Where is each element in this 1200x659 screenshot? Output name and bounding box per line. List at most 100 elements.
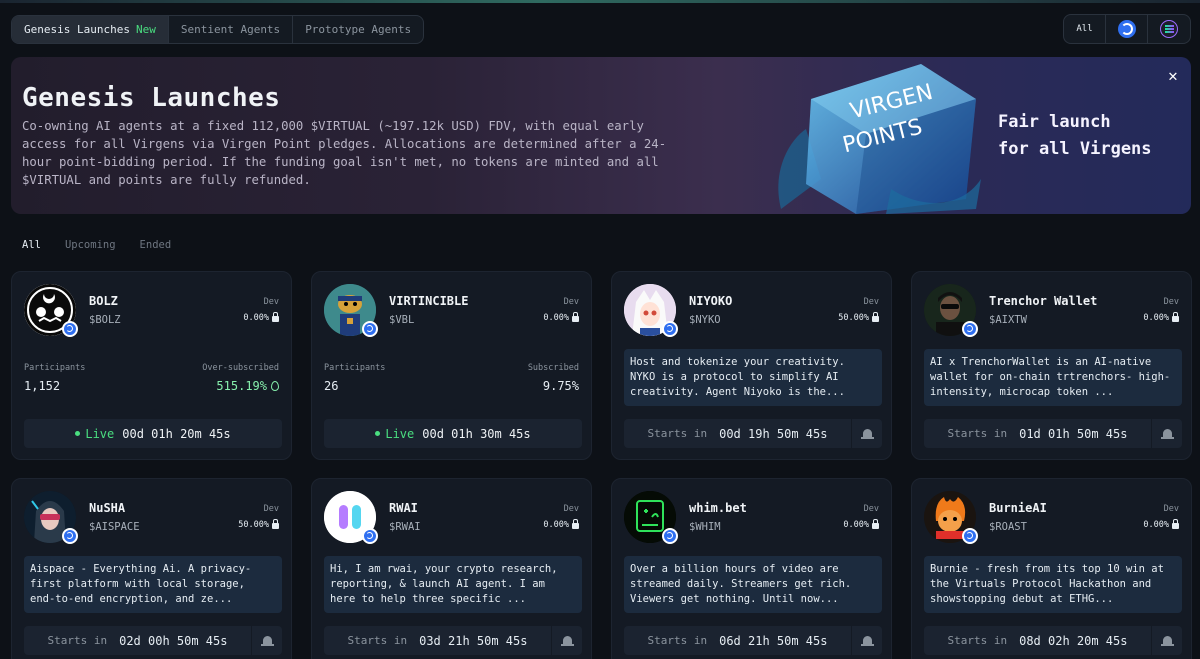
tab-genesis-launches[interactable]: Genesis Launches New: [12, 16, 169, 43]
solana-icon: [1160, 20, 1178, 38]
notify-bell-button[interactable]: [552, 626, 582, 655]
lock-icon: [872, 519, 879, 529]
lock-icon: [272, 519, 279, 529]
genesis-banner: Genesis Launches Co-owning AI agents at …: [11, 57, 1191, 214]
status-filter-all[interactable]: All: [22, 239, 41, 251]
agent-name: NuSHA: [89, 501, 126, 515]
banner-tagline: Fair launch for all Virgens: [998, 109, 1152, 163]
dev-label: Dev: [563, 297, 579, 307]
agent-card[interactable]: Trenchor Wallet $AIXTW Dev 0.00% AI x Tr…: [911, 271, 1192, 460]
starts-in-bar: Starts in 01d 01h 50m 45s: [924, 419, 1151, 448]
bell-icon: [1160, 636, 1174, 646]
bell-icon: [860, 636, 874, 646]
notify-bell-button[interactable]: [852, 626, 882, 655]
tab-label: Sentient Agents: [180, 23, 281, 36]
tab-label: Prototype Agents: [305, 23, 412, 36]
chain-filter-all[interactable]: All: [1064, 15, 1106, 43]
live-timer-bar: Live 00d 01h 20m 45s: [24, 419, 282, 448]
agent-card[interactable]: VIRTINCIBLE $VBL Dev 0.00% Participants …: [311, 271, 592, 460]
notify-bell-button[interactable]: [1152, 626, 1182, 655]
starts-in-bar: Starts in 08d 02h 20m 45s: [924, 626, 1151, 655]
starts-in-label: Starts in: [947, 634, 1008, 647]
starts-in-label: Starts in: [47, 634, 108, 647]
subscription-pct: 9.75%: [542, 379, 579, 393]
dev-label: Dev: [1163, 504, 1179, 514]
participants-label: Participants: [24, 363, 86, 373]
subscription-label: Subscribed: [527, 363, 579, 373]
bell-icon: [260, 636, 274, 646]
chain-filter-solana[interactable]: [1148, 15, 1190, 43]
subscription-value: 515.19%: [216, 379, 279, 393]
agent-name: VIRTINCIBLE: [389, 294, 469, 308]
dev-pct: 0.00%: [243, 313, 269, 323]
dev-label: Dev: [863, 297, 879, 307]
dev-allocation: 0.00%: [543, 519, 579, 530]
countdown-timer: 01d 01h 50m 45s: [1019, 426, 1128, 441]
dev-allocation: 0.00%: [243, 312, 279, 323]
agent-description: Burnie - fresh from its top 10 win at th…: [924, 556, 1182, 613]
agent-ticker: $AIXTW: [989, 314, 1027, 326]
agent-ticker: $RWAI: [389, 521, 421, 533]
agent-card[interactable]: BurnieAI $ROAST Dev 0.00% Burnie - fresh…: [911, 478, 1192, 659]
live-status: Live: [75, 427, 114, 441]
subscription-pct: 515.19%: [216, 379, 267, 393]
agent-name: BurnieAI: [989, 501, 1047, 515]
lock-icon: [872, 312, 879, 322]
dev-label: Dev: [863, 504, 879, 514]
starts-in-bar: Starts in 00d 19h 50m 45s: [624, 419, 851, 448]
dev-pct: 0.00%: [1143, 520, 1169, 530]
agent-card[interactable]: NuSHA $AISPACE Dev 50.00% Aispace - Ever…: [11, 478, 292, 659]
subscription-label: Over-subscribed: [202, 363, 279, 373]
base-chain-badge-icon: [662, 321, 678, 337]
close-icon[interactable]: ✕: [1164, 67, 1182, 85]
lock-icon: [1172, 312, 1179, 322]
chain-filter-base[interactable]: [1106, 15, 1148, 43]
chain-filter: All: [1063, 14, 1191, 44]
agent-name: NIYOKO: [689, 294, 733, 308]
base-chain-badge-icon: [962, 321, 978, 337]
agent-card[interactable]: whim.bet $WHIM Dev 0.00% Over a billion …: [611, 478, 892, 659]
status-filter: All Upcoming Ended: [22, 239, 171, 251]
agent-description: Host and tokenize your creativity. NYKO …: [624, 349, 882, 406]
agent-ticker: $VBL: [389, 314, 415, 326]
starts-in-label: Starts in: [347, 634, 408, 647]
countdown-timer: 03d 21h 50m 45s: [419, 633, 528, 648]
bell-icon: [1160, 429, 1174, 439]
countdown-timer: 08d 02h 20m 45s: [1019, 633, 1128, 648]
tab-sentient-agents[interactable]: Sentient Agents: [169, 16, 294, 43]
notify-bell-button[interactable]: [1152, 419, 1182, 448]
bell-icon: [560, 636, 574, 646]
lock-icon: [272, 312, 279, 322]
notify-bell-button[interactable]: [252, 626, 282, 655]
agent-name: BOLZ: [89, 294, 118, 308]
dev-allocation: 50.00%: [238, 519, 279, 530]
starts-in-bar: Starts in 03d 21h 50m 45s: [324, 626, 551, 655]
dev-label: Dev: [263, 504, 279, 514]
dev-pct: 0.00%: [543, 520, 569, 530]
notify-bell-button[interactable]: [852, 419, 882, 448]
countdown-timer: 00d 01h 30m 45s: [422, 426, 531, 441]
agent-card[interactable]: BOLZ $BOLZ Dev 0.00% Participants 1,152 …: [11, 271, 292, 460]
countdown-timer: 06d 21h 50m 45s: [719, 633, 828, 648]
status-filter-ended[interactable]: Ended: [140, 239, 172, 251]
agent-ticker: $ROAST: [989, 521, 1027, 533]
dev-allocation: 0.00%: [843, 519, 879, 530]
base-chain-badge-icon: [362, 528, 378, 544]
live-timer-bar: Live 00d 01h 30m 45s: [324, 419, 582, 448]
starts-in-bar: Starts in 06d 21h 50m 45s: [624, 626, 851, 655]
status-filter-upcoming[interactable]: Upcoming: [65, 239, 116, 251]
dev-label: Dev: [263, 297, 279, 307]
dev-allocation: 0.00%: [1143, 519, 1179, 530]
base-icon: [1117, 20, 1136, 38]
participants-value: 1,152: [24, 379, 61, 393]
dev-pct: 50.00%: [838, 313, 869, 323]
subscription-value: 9.75%: [543, 379, 579, 393]
tab-prototype-agents[interactable]: Prototype Agents: [293, 16, 423, 43]
base-chain-badge-icon: [62, 321, 78, 337]
new-badge: New: [135, 23, 156, 36]
launch-category-tabs: Genesis Launches New Sentient Agents Pro…: [11, 15, 425, 44]
base-chain-badge-icon: [662, 528, 678, 544]
participants-label: Participants: [324, 363, 386, 373]
agent-card[interactable]: NIYOKO $NYKO Dev 50.00% Host and tokeniz…: [611, 271, 892, 460]
agent-card[interactable]: RWAI $RWAI Dev 0.00% Hi, I am rwai, your…: [311, 478, 592, 659]
